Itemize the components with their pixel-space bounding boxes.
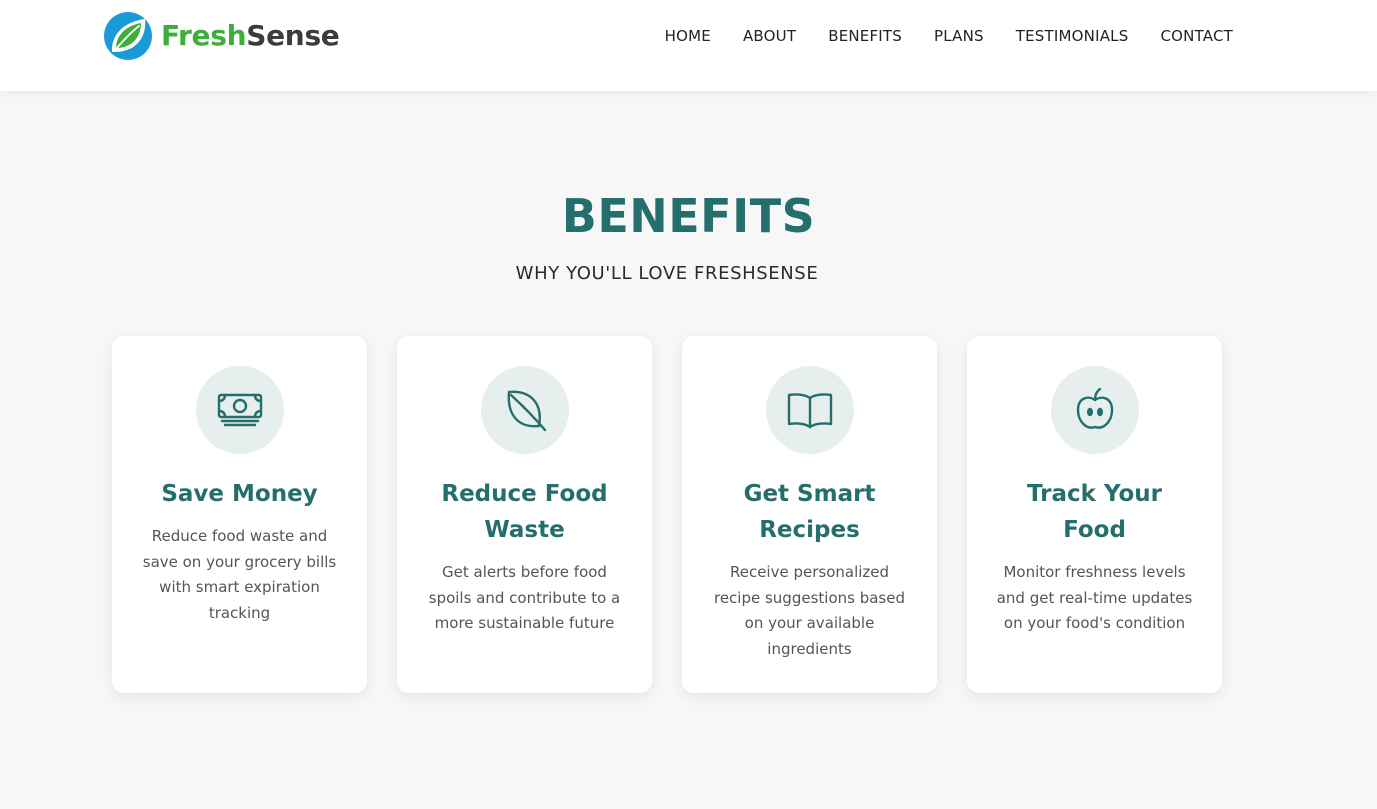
benefit-card-track-food: Track Your Food Monitor freshness levels… — [967, 336, 1222, 693]
icon-circle — [480, 366, 569, 454]
card-description: Reduce food waste and save on your groce… — [142, 527, 337, 623]
benefit-card-smart-recipes: Get Smart Recipes Receive personalized r… — [682, 336, 937, 693]
nav-home[interactable]: HOME — [665, 26, 711, 46]
benefit-card-reduce-waste: Reduce Food Waste Get alerts before food… — [397, 336, 652, 693]
brand-name: FreshSense — [161, 11, 340, 61]
brand-logo[interactable]: FreshSense — [103, 11, 340, 61]
leaf-icon — [507, 390, 546, 432]
section-subtitle: WHY YOU'LL LOVE FRESHSENSE — [515, 263, 819, 284]
card-title: Reduce Food Waste — [441, 481, 608, 543]
brand-name-part2: Sense — [246, 19, 340, 52]
brand-name-part1: Fresh — [161, 19, 247, 52]
nav-contact[interactable]: CONTACT — [1160, 26, 1233, 46]
card-description: Get alerts before food spoils and contri… — [428, 563, 621, 633]
icon-circle — [1050, 366, 1139, 454]
nav-testimonials[interactable]: TESTIMONIALS — [1016, 26, 1129, 46]
benefit-cards: Save Money Reduce food waste and save on… — [112, 336, 1222, 693]
icon-circle — [195, 366, 284, 454]
benefit-card-save-money: Save Money Reduce food waste and save on… — [112, 336, 367, 693]
section-title: BENEFITS — [561, 189, 816, 243]
nav-benefits[interactable]: BENEFITS — [828, 26, 902, 46]
money-icon — [217, 393, 262, 427]
icon-circle — [765, 366, 854, 454]
card-description: Receive personalized recipe suggestions … — [713, 563, 905, 659]
nav-plans[interactable]: PLANS — [934, 26, 984, 46]
leaf-logo-icon — [104, 12, 152, 60]
site-header: FreshSense HOME ABOUT BENEFITS PLANS TES… — [0, 0, 1377, 91]
card-description: Monitor freshness levels and get real-ti… — [996, 563, 1193, 633]
apple-icon — [1076, 387, 1113, 429]
book-icon — [787, 393, 832, 429]
card-title: Track Your Food — [1026, 481, 1163, 543]
card-title: Get Smart Recipes — [743, 481, 876, 543]
nav-about[interactable]: ABOUT — [743, 26, 796, 46]
main-nav: HOME ABOUT BENEFITS PLANS TESTIMONIALS C… — [665, 26, 1233, 46]
card-title: Save Money — [161, 481, 318, 507]
